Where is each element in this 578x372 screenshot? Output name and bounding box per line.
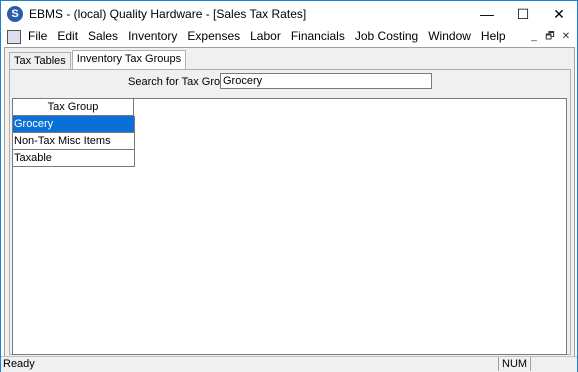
- menu-bar: File Edit Sales Inventory Expenses Labor…: [1, 27, 577, 46]
- column-header-tax-group[interactable]: Tax Group: [13, 99, 134, 116]
- menu-sales[interactable]: Sales: [83, 29, 123, 44]
- sales-tax-rates-form: Tax Tables Inventory Tax Groups Search f…: [4, 47, 575, 357]
- tab-strip: Tax Tables Inventory Tax Groups: [9, 50, 187, 69]
- minimize-button[interactable]: —: [469, 1, 505, 27]
- maximize-button[interactable]: ☐: [505, 1, 541, 27]
- table-row[interactable]: Non-Tax Misc Items: [13, 133, 135, 150]
- search-label: Search for Tax Group: [128, 76, 233, 88]
- inventory-tax-groups-panel: Search for Tax Group Tax Group Grocery N…: [9, 69, 571, 355]
- mdi-restore-button[interactable]: 🗗: [543, 30, 557, 43]
- app-window: S EBMS - (local) Quality Hardware - [Sal…: [0, 0, 578, 372]
- status-bar: Ready NUM: [1, 356, 577, 372]
- menu-help[interactable]: Help: [476, 29, 511, 44]
- title-bar[interactable]: S EBMS - (local) Quality Hardware - [Sal…: [1, 1, 577, 27]
- close-button[interactable]: ✕: [541, 1, 577, 27]
- tab-inventory-tax-groups[interactable]: Inventory Tax Groups: [71, 50, 187, 69]
- menu-inventory[interactable]: Inventory: [123, 29, 182, 44]
- status-pane-empty: [530, 357, 554, 371]
- tax-group-grid[interactable]: Tax Group Grocery Non-Tax Misc Items Tax…: [12, 98, 567, 355]
- menu-job-costing[interactable]: Job Costing: [350, 29, 423, 44]
- table-row[interactable]: Grocery: [13, 116, 135, 133]
- num-lock-indicator: NUM: [498, 357, 530, 371]
- mdi-minimize-button[interactable]: _: [527, 30, 541, 43]
- mdi-close-button[interactable]: ✕: [559, 30, 573, 43]
- document-icon[interactable]: [7, 30, 21, 44]
- table-row[interactable]: Taxable: [13, 150, 135, 167]
- menu-financials[interactable]: Financials: [286, 29, 350, 44]
- search-input[interactable]: [220, 73, 432, 89]
- ebms-logo-icon[interactable]: S: [7, 6, 23, 22]
- status-text: Ready: [3, 358, 35, 370]
- menu-edit[interactable]: Edit: [52, 29, 83, 44]
- menu-labor[interactable]: Labor: [245, 29, 286, 44]
- window-title: EBMS - (local) Quality Hardware - [Sales…: [29, 7, 307, 21]
- tab-tax-tables[interactable]: Tax Tables: [9, 52, 71, 69]
- menu-file[interactable]: File: [23, 29, 52, 44]
- menu-expenses[interactable]: Expenses: [182, 29, 245, 44]
- menu-window[interactable]: Window: [423, 29, 476, 44]
